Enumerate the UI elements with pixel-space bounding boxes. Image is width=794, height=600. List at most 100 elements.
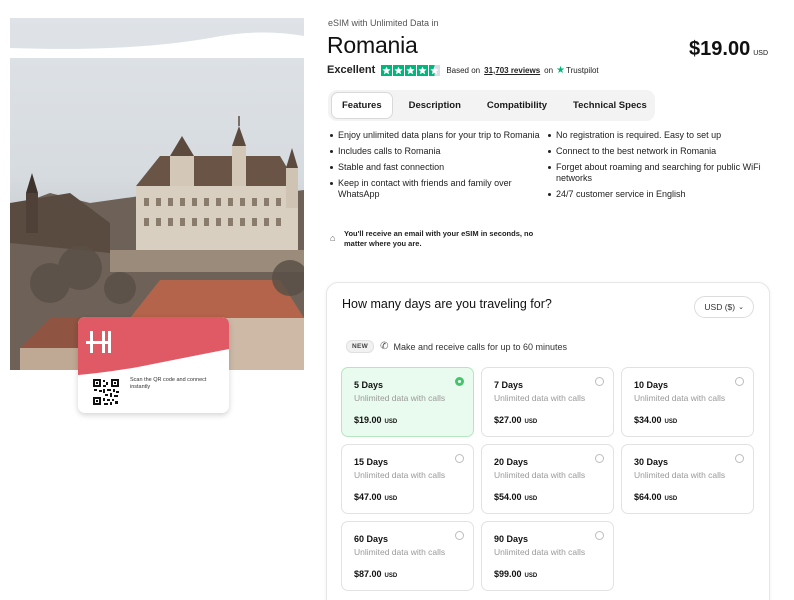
- plan-price-currency: USD: [664, 419, 678, 425]
- plan-description: Unlimited data with calls: [494, 393, 586, 403]
- plan-price-amount: $34.00: [634, 415, 662, 425]
- reviews-link[interactable]: 31,703 reviews: [484, 66, 540, 75]
- plan-option-7-days[interactable]: 7 Days Unlimited data with calls $27.00 U…: [481, 367, 614, 437]
- features-column-left: Enjoy unlimited data plans for your trip…: [330, 130, 548, 205]
- new-badge: NEW: [346, 340, 375, 353]
- star-icon: [417, 64, 429, 76]
- features-column-right: No registration is required. Easy to set…: [548, 130, 768, 205]
- rating-based-on: Based on: [446, 65, 481, 75]
- email-delivery-note: ⌂ You'll receive an email with your eSIM…: [330, 229, 544, 249]
- plan-radio[interactable]: [455, 454, 464, 463]
- plan-selector-panel: How many days are you traveling for? USD…: [326, 282, 770, 600]
- plan-price: $34.00 USD: [634, 415, 677, 425]
- plan-radio[interactable]: [455, 377, 464, 386]
- tag-icon: ⌂: [330, 233, 336, 243]
- plan-price-amount: $64.00: [634, 492, 662, 502]
- trustpilot-logo-text: Trustpilot: [566, 65, 599, 75]
- plan-option-10-days[interactable]: 10 Days Unlimited data with calls $34.00…: [621, 367, 754, 437]
- plan-days: 20 Days: [494, 457, 529, 467]
- plan-radio[interactable]: [595, 454, 604, 463]
- product-price-amount: $19.00: [689, 38, 751, 60]
- plan-days: 10 Days: [634, 380, 669, 390]
- star-icon: [381, 64, 393, 76]
- rating-stars: [381, 64, 441, 76]
- decorative-wave: [10, 32, 304, 58]
- plan-option-60-days[interactable]: 60 Days Unlimited data with calls $87.00…: [341, 521, 474, 591]
- star-icon: [405, 64, 417, 76]
- plan-radio[interactable]: [455, 531, 464, 540]
- plan-days: 30 Days: [634, 457, 669, 467]
- plan-price: $87.00 USD: [354, 569, 397, 579]
- plan-description: Unlimited data with calls: [354, 470, 446, 480]
- plan-description: Unlimited data with calls: [494, 470, 586, 480]
- plan-price: $99.00 USD: [494, 569, 537, 579]
- feature-item: Stable and fast connection: [330, 162, 548, 173]
- feature-item: No registration is required. Easy to set…: [548, 130, 768, 141]
- qr-code-icon: [93, 379, 119, 405]
- plan-days: 15 Days: [354, 457, 389, 467]
- plan-price-amount: $54.00: [494, 492, 522, 502]
- plan-description: Unlimited data with calls: [494, 547, 586, 557]
- plan-price-amount: $99.00: [494, 569, 522, 579]
- feature-item: Includes calls to Romania: [330, 146, 548, 157]
- plan-radio[interactable]: [595, 377, 604, 386]
- plan-description: Unlimited data with calls: [354, 393, 446, 403]
- esim-card-illustration: Scan the QR code and connect instantly: [78, 317, 229, 413]
- tab-technical-specs[interactable]: Technical Specs: [563, 93, 657, 118]
- plan-option-20-days[interactable]: 20 Days Unlimited data with calls $54.00…: [481, 444, 614, 514]
- plan-price: $47.00 USD: [354, 492, 397, 502]
- product-price-currency: USD: [753, 50, 768, 57]
- plan-price-currency: USD: [664, 496, 678, 502]
- feature-item: Connect to the best network in Romania: [548, 146, 768, 157]
- plan-price-currency: USD: [524, 573, 538, 579]
- plan-price-amount: $27.00: [494, 415, 522, 425]
- email-note-text: You'll receive an email with your eSIM i…: [344, 229, 534, 248]
- plan-description: Unlimited data with calls: [634, 393, 726, 403]
- plan-price-currency: USD: [524, 496, 538, 502]
- plan-radio[interactable]: [595, 531, 604, 540]
- plan-option-90-days[interactable]: 90 Days Unlimited data with calls $99.00…: [481, 521, 614, 591]
- plan-option-5-days[interactable]: 5 Days Unlimited data with calls $19.00 U…: [341, 367, 474, 437]
- plan-option-30-days[interactable]: 30 Days Unlimited data with calls $64.00…: [621, 444, 754, 514]
- plan-price-amount: $47.00: [354, 492, 382, 502]
- tab-description[interactable]: Description: [399, 93, 471, 118]
- plan-price-amount: $87.00: [354, 569, 382, 579]
- plan-price: $54.00 USD: [494, 492, 537, 502]
- calls-feature-note: NEW ✆ Make and receive calls for up to 6…: [346, 340, 567, 353]
- tab-features[interactable]: Features: [331, 92, 393, 119]
- currency-select[interactable]: USD ($) ⌄: [694, 296, 754, 318]
- tab-compatibility[interactable]: Compatibility: [477, 93, 557, 118]
- plan-radio[interactable]: [735, 377, 744, 386]
- plan-price-currency: USD: [524, 419, 538, 425]
- plan-days: 7 Days: [494, 380, 524, 390]
- plan-option-15-days[interactable]: 15 Days Unlimited data with calls $47.00…: [341, 444, 474, 514]
- calls-note-text: Make and receive calls for up to 60 minu…: [393, 341, 568, 352]
- product-eyebrow: eSIM with Unlimited Data in: [328, 18, 439, 28]
- trustpilot-rating: Excellent Based on 31,703 reviews on ★ T…: [327, 64, 599, 76]
- plan-price: $27.00 USD: [494, 415, 537, 425]
- phone-icon: ✆: [380, 341, 389, 352]
- plan-days: 5 Days: [354, 380, 384, 390]
- plan-price-currency: USD: [384, 573, 398, 579]
- star-icon: [393, 64, 405, 76]
- plan-price: $19.00 USD: [354, 415, 397, 425]
- trustpilot-star-icon: ★: [556, 64, 566, 76]
- feature-item: Enjoy unlimited data plans for your trip…: [330, 130, 548, 141]
- plan-description: Unlimited data with calls: [354, 547, 446, 557]
- rating-on: on: [544, 65, 554, 75]
- product-tabs: Features Description Compatibility Techn…: [328, 90, 655, 121]
- plan-selector-title: How many days are you traveling for?: [342, 297, 552, 311]
- plan-price: $64.00 USD: [634, 492, 677, 502]
- currency-value: USD ($): [704, 302, 736, 312]
- feature-item: 24/7 customer service in English: [548, 189, 768, 200]
- plan-price-currency: USD: [384, 419, 398, 425]
- plan-radio[interactable]: [735, 454, 744, 463]
- chevron-down-icon: ⌄: [738, 304, 744, 311]
- feature-item: Forget about roaming and searching for p…: [548, 162, 768, 184]
- page-title: Romania: [327, 32, 418, 58]
- plan-price-currency: USD: [384, 496, 398, 502]
- plan-days: 60 Days: [354, 534, 389, 544]
- feature-item: Keep in contact with friends and family …: [330, 178, 548, 200]
- scan-instruction: Scan the QR code and connect instantly: [130, 377, 207, 390]
- plan-days: 90 Days: [494, 534, 529, 544]
